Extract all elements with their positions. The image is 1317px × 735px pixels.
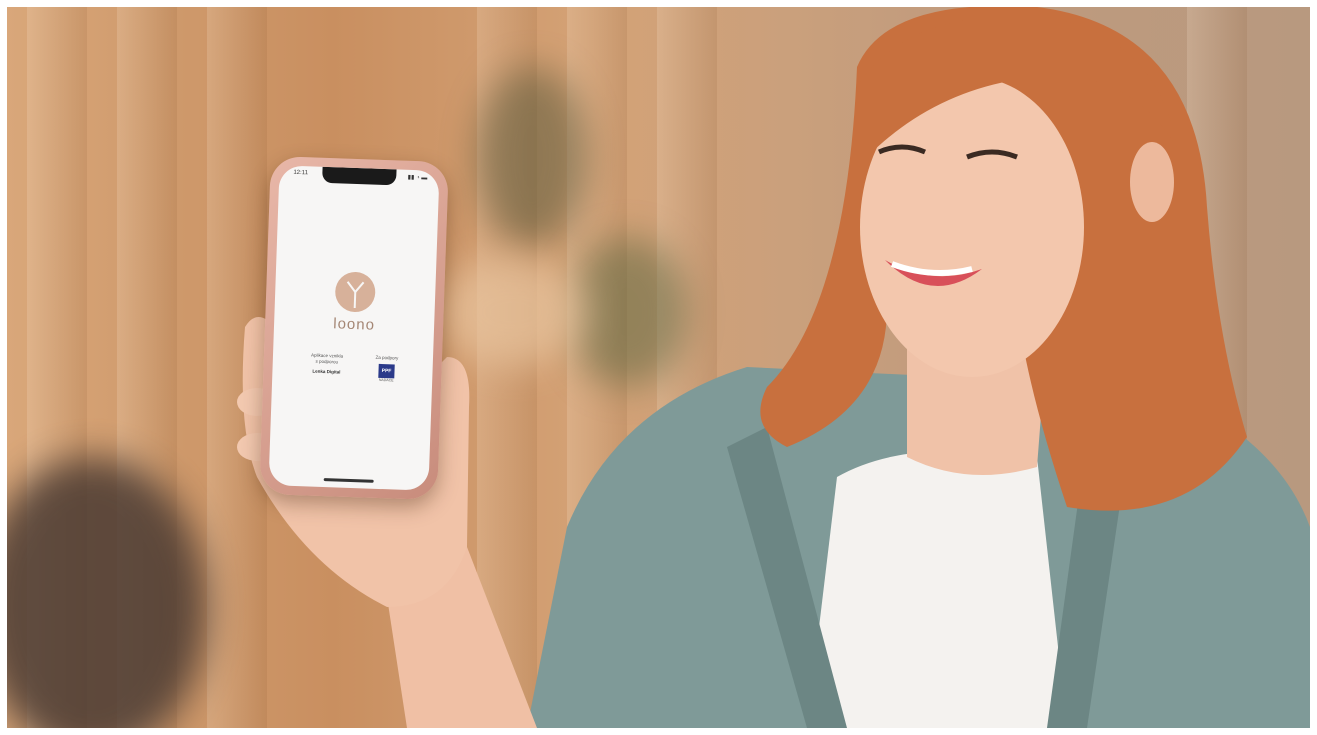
photo-frame: 12:11 ▮▮ ◔ ▬ loono Aplikace vznikla s po… xyxy=(7,7,1310,728)
phone-notch xyxy=(322,166,397,186)
credit-left: Aplikace vznikla s podporou Lenka Digita… xyxy=(296,352,357,376)
credit-right-sub: NADACE xyxy=(378,377,394,383)
credit-right-line1: Za podpory xyxy=(375,354,399,361)
credit-left-brand: Lenka Digital xyxy=(312,368,341,375)
credit-left-line2: s podporou xyxy=(315,358,339,365)
smartphone: 12:11 ▮▮ ◔ ▬ loono Aplikace vznikla s po… xyxy=(259,155,449,501)
status-time: 12:11 xyxy=(293,169,309,177)
woman-figure xyxy=(237,7,1310,728)
loono-logo-icon xyxy=(334,271,376,313)
home-indicator xyxy=(323,478,374,483)
app-name: loono xyxy=(332,315,376,334)
phone-screen: 12:11 ▮▮ ◔ ▬ loono Aplikace vznikla s po… xyxy=(268,165,440,491)
ppf-logo: PPF xyxy=(378,363,395,379)
credit-right: Za podpory PPF NADACE xyxy=(366,354,407,383)
status-icons: ▮▮ ◔ ▬ xyxy=(407,174,428,182)
